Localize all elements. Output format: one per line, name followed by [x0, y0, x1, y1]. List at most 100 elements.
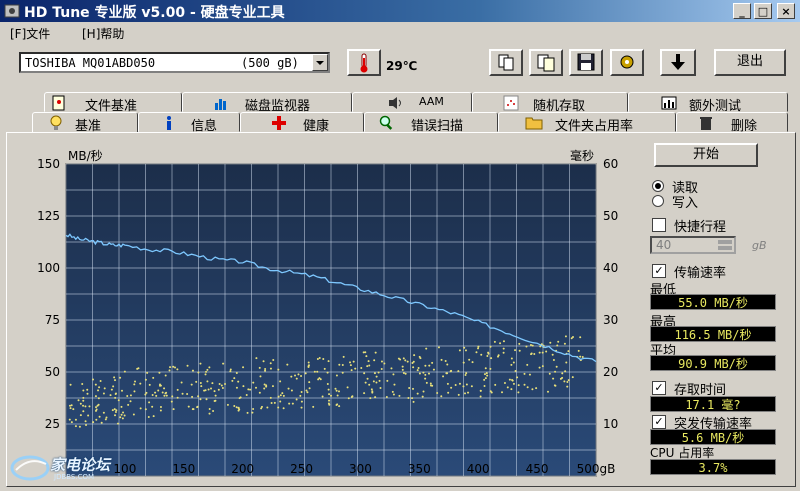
- tab-disk-monitor[interactable]: 磁盘监视器: [182, 92, 352, 114]
- access-time-point: [97, 397, 100, 400]
- tab-folder-usage[interactable]: 文件夹占用率: [498, 112, 676, 134]
- access-time-point: [196, 406, 199, 409]
- access-time-point: [346, 386, 349, 389]
- access-time-point: [341, 363, 344, 366]
- access-time-point: [525, 345, 528, 348]
- access-time-point: [464, 349, 467, 352]
- access-time-point: [94, 383, 97, 386]
- temperature-button[interactable]: [347, 49, 381, 76]
- tools-icon: [620, 55, 634, 69]
- access-time-point: [330, 394, 333, 397]
- tab-row-bottom: 基准 信息 健康 错误扫描 文件夹占用率 删除: [0, 112, 800, 134]
- write-radio[interactable]: [652, 195, 664, 207]
- burst-rate-checkbox[interactable]: ✓: [652, 415, 666, 429]
- access-time-point: [279, 400, 282, 403]
- tab-file-benchmark[interactable]: 文件基准: [44, 92, 182, 114]
- access-time-point: [486, 374, 489, 377]
- access-time-point: [485, 372, 488, 375]
- download-button[interactable]: [660, 49, 696, 76]
- tab-aam[interactable]: AAM: [352, 92, 472, 112]
- access-time-point: [159, 405, 162, 408]
- tab-health[interactable]: 健康: [240, 112, 364, 134]
- access-time-point: [245, 394, 248, 397]
- access-time-point: [191, 369, 194, 372]
- access-time-point: [120, 389, 123, 392]
- access-time-point: [367, 360, 370, 363]
- access-time-point: [336, 394, 339, 397]
- access-time-checkbox[interactable]: ✓: [652, 381, 666, 395]
- access-time-point: [102, 392, 105, 395]
- maximize-button[interactable]: □: [754, 3, 772, 19]
- transfer-rate-checkbox[interactable]: ✓: [652, 264, 666, 278]
- tab-error-scan[interactable]: 错误扫描: [364, 112, 498, 134]
- info-icon: [167, 116, 171, 130]
- access-time-point: [249, 388, 252, 391]
- access-time-point: [286, 363, 289, 366]
- access-time-point: [157, 389, 160, 392]
- access-time-point: [121, 417, 124, 420]
- access-time-point: [371, 390, 374, 393]
- access-time-point: [222, 362, 225, 365]
- access-time-point: [123, 414, 126, 417]
- spinner-icon[interactable]: [718, 239, 732, 251]
- read-radio[interactable]: [652, 180, 664, 192]
- drive-select[interactable]: TOSHIBA MQ01ABD050 (500 gB): [19, 52, 330, 73]
- access-time-point: [379, 386, 382, 389]
- access-time-point: [421, 395, 424, 398]
- access-time-point: [517, 391, 520, 394]
- access-time-point: [217, 388, 220, 391]
- access-time-point: [100, 421, 103, 424]
- access-time-point: [235, 386, 238, 389]
- access-time-point: [489, 345, 492, 348]
- access-time-point: [205, 398, 208, 401]
- access-time-point: [510, 388, 513, 391]
- options-button[interactable]: [610, 49, 644, 76]
- watermark-logo: 家电论坛 JDBBS.COM: [8, 452, 138, 484]
- close-button[interactable]: ×: [777, 3, 795, 19]
- access-time-point: [486, 355, 489, 358]
- clipboard-icon: [537, 54, 555, 72]
- access-time-point: [300, 390, 303, 393]
- access-time-point: [374, 396, 377, 399]
- access-time-point: [351, 395, 354, 398]
- access-time-point: [499, 342, 502, 345]
- access-time-point: [363, 372, 366, 375]
- exit-button[interactable]: 退出: [714, 49, 786, 76]
- access-time-point: [373, 372, 376, 375]
- minimize-button[interactable]: _: [733, 3, 751, 19]
- access-time-point: [235, 406, 238, 409]
- access-time-point: [563, 342, 566, 345]
- start-button[interactable]: 开始: [654, 143, 758, 167]
- tab-extra-tests[interactable]: 额外测试: [628, 92, 788, 114]
- access-time-point: [148, 383, 151, 386]
- access-time-point: [82, 404, 85, 407]
- menu-file[interactable]: [F]文件: [10, 25, 50, 42]
- extra-tests-icon: [661, 96, 677, 110]
- y-tick-label-right: 50: [603, 209, 618, 223]
- thermometer-icon: [360, 53, 368, 73]
- down-arrow-icon: [671, 54, 685, 70]
- tab-benchmark[interactable]: 基准: [32, 112, 138, 134]
- chevron-down-icon[interactable]: [312, 54, 328, 71]
- y-tick-label-right: 40: [603, 261, 618, 275]
- access-time-point: [159, 409, 162, 412]
- short-stroke-checkbox[interactable]: [652, 218, 666, 232]
- tab-info[interactable]: 信息: [138, 112, 240, 134]
- copy-text-button[interactable]: [489, 49, 523, 76]
- y-axis-label-left: MB/秒: [68, 149, 103, 163]
- menu-help[interactable]: [H]帮助: [82, 25, 124, 42]
- access-time-point: [431, 384, 434, 387]
- access-time-point: [514, 370, 517, 373]
- access-time-point: [327, 360, 330, 363]
- short-stroke-input[interactable]: 40: [650, 236, 736, 254]
- access-time-point: [526, 386, 529, 389]
- access-time-point: [168, 369, 171, 372]
- access-time-point: [237, 380, 240, 383]
- copy-screenshot-button[interactable]: [529, 49, 563, 76]
- save-button[interactable]: [569, 49, 603, 76]
- tab-random-access[interactable]: 随机存取: [472, 92, 628, 114]
- tab-erase[interactable]: 删除: [676, 112, 788, 134]
- app-icon: [4, 4, 20, 18]
- red-cross-icon: [272, 116, 286, 130]
- access-time-point: [391, 390, 394, 393]
